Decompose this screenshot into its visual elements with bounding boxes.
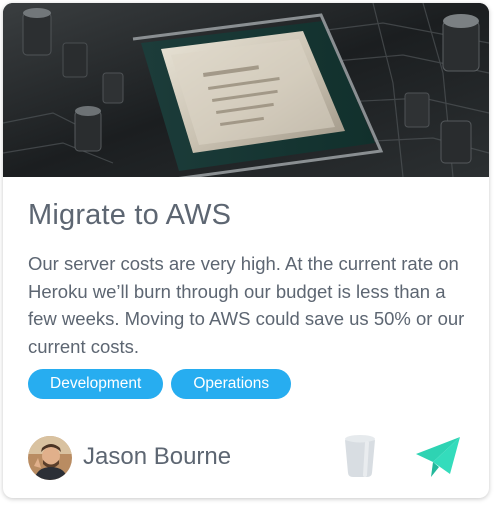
trash-icon[interactable] [343,434,377,478]
tag-list: Development Operations [28,369,292,399]
card-description: Our server costs are very high. At the c… [28,253,465,357]
card-image [3,3,489,177]
task-card[interactable]: Migrate to AWS Our server costs are very… [3,3,489,498]
tag-operations[interactable]: Operations [171,369,292,399]
tag-development[interactable]: Development [28,369,164,399]
paper-plane-icon[interactable] [414,434,462,478]
card-title: Migrate to AWS [28,199,232,231]
avatar[interactable] [28,436,72,480]
card-footer: Jason Bourne [28,434,468,480]
author-name: Jason Bourne [83,443,232,470]
